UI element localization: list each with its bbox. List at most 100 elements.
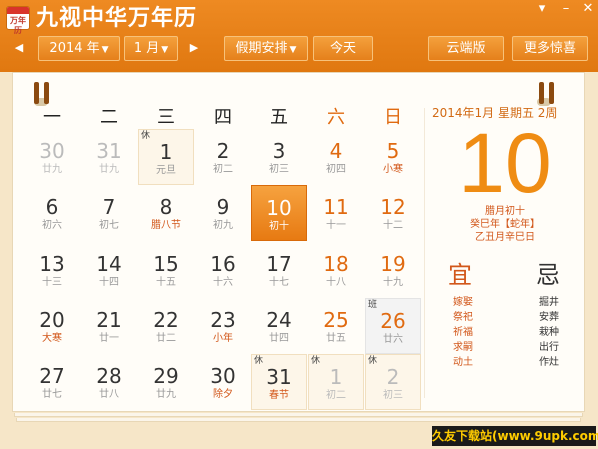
weekday-label: 二 [100,107,118,128]
day-number: 17 [266,252,292,276]
day-number: 6 [45,195,59,219]
day-cell[interactable]: 12 十二 [365,185,421,241]
day-number: 8 [159,195,173,219]
lunar-label: 廿一 [99,333,119,344]
suitable-item: 求嗣 [453,342,473,353]
big-day-number: 10 [458,116,552,210]
app-title: 九视中华万年历 [36,6,198,31]
menu-dropdown-icon[interactable]: ▾ [530,0,554,22]
day-number: 7 [102,195,116,219]
day-cell[interactable]: 22 廿二 [138,298,194,354]
day-number: 27 [39,364,65,388]
day-cell[interactable]: 29 廿九 [138,354,194,410]
day-number: 28 [96,364,122,388]
day-cell[interactable]: 19 十九 [365,242,421,298]
day-cell[interactable]: 17 十七 [251,242,307,298]
next-month-button[interactable]: ▶ [187,40,201,56]
day-cell[interactable]: 30 除夕 [195,354,251,410]
day-cell[interactable]: 27 廿七 [24,354,80,410]
day-number: 31 [266,365,292,389]
suitable-item: 动土 [453,357,473,368]
day-cell[interactable]: 25 廿五 [308,298,364,354]
year-select[interactable]: 2014 年 ▼ [38,36,120,61]
day-cell[interactable]: 16 十六 [195,242,251,298]
lunar-label: 初十 [269,221,289,232]
lunar-label: 廿六 [383,334,403,345]
site-watermark: 久友下载站(www.9upk.com) [432,426,598,446]
day-cell[interactable]: 21 廿一 [81,298,137,354]
day-cell[interactable]: 14 十四 [81,242,137,298]
lunar-label: 大寒 [42,333,62,344]
day-cell[interactable]: 7 初七 [81,185,137,241]
holiday-schedule-select[interactable]: 假期安排 ▼ [224,36,308,61]
day-cell[interactable]: 8 腊八节 [138,185,194,241]
day-number: 5 [386,139,400,163]
day-cell[interactable]: 6 初六 [24,185,80,241]
avoid-item: 掘井 [539,297,559,308]
day-number: 10 [266,196,292,220]
day-cell[interactable]: 31 廿九 [81,129,137,185]
lunar-label: 十五 [156,277,176,288]
day-cell[interactable]: 13 十三 [24,242,80,298]
day-cell[interactable]: 23 小年 [195,298,251,354]
day-number: 21 [96,308,122,332]
day-cell-selected[interactable]: 10 初十 [251,185,307,241]
lunar-label: 廿八 [99,389,119,400]
lunar-label: 廿九 [42,164,62,175]
day-cell[interactable]: 4 初四 [308,129,364,185]
day-cell[interactable]: 休 2 初三 [365,354,421,410]
lunar-label: 初三 [383,390,403,401]
logo-text: 万年历 [10,16,26,35]
day-number: 14 [96,252,122,276]
ganzhi-month-day: 乙丑月辛巳日 [475,232,535,243]
lunar-label: 初六 [42,220,62,231]
binding-ring-icon [549,82,554,104]
lunar-label: 廿七 [42,389,62,400]
lunar-label: 十九 [383,277,403,288]
lunar-label: 初二 [213,164,233,175]
lunar-label: 廿九 [99,164,119,175]
lunar-label: 廿九 [156,389,176,400]
lunar-label: 廿二 [156,333,176,344]
cloud-version-button[interactable]: 云端版 [428,36,504,61]
avoid-item: 出行 [539,342,559,353]
today-button[interactable]: 今天 [313,36,373,61]
day-cell[interactable]: 2 初二 [195,129,251,185]
more-surprises-button[interactable]: 更多惊喜 [512,36,588,61]
weekday-label: 一 [43,107,61,128]
day-number: 23 [210,308,236,332]
month-select[interactable]: 1 月 ▼ [124,36,178,61]
day-cell[interactable]: 18 十八 [308,242,364,298]
day-cell[interactable]: 30 廿九 [24,129,80,185]
day-cell[interactable]: 11 十一 [308,185,364,241]
day-number: 16 [210,252,236,276]
weekday-label: 六 [327,107,345,128]
weekday-label: 三 [157,107,175,128]
day-cell[interactable]: 15 十五 [138,242,194,298]
avoid-item: 作灶 [539,357,559,368]
minimize-button[interactable]: – [554,0,578,22]
binding-ring-icon [44,82,49,104]
day-number: 12 [380,195,406,219]
day-cell[interactable]: 28 廿八 [81,354,137,410]
close-button[interactable]: ✕ [576,0,598,22]
day-cell[interactable]: 20 大寒 [24,298,80,354]
day-cell[interactable]: 休 1 初二 [308,354,364,410]
day-cell[interactable]: 9 初九 [195,185,251,241]
day-number: 1 [329,365,343,389]
lunar-label: 初四 [326,164,346,175]
day-number: 13 [39,252,65,276]
calendar-app-logo-icon: 万年历 [6,6,30,35]
day-cell[interactable]: 休 1 元旦 [138,129,194,185]
prev-month-button[interactable]: ◀ [12,40,26,56]
day-cell[interactable]: 3 初三 [251,129,307,185]
avoid-heading: 忌 [536,261,560,289]
day-cell[interactable]: 24 廿四 [251,298,307,354]
day-cell[interactable]: 休 31 春节 [251,354,307,410]
day-cell[interactable]: 5 小寒 [365,129,421,185]
lunar-label: 初七 [99,220,119,231]
lunar-label: 小年 [213,333,233,344]
lunar-label: 廿五 [326,333,346,344]
day-cell[interactable]: 班 26 廿六 [365,298,421,354]
lunar-date: 腊月初十 [485,206,525,217]
